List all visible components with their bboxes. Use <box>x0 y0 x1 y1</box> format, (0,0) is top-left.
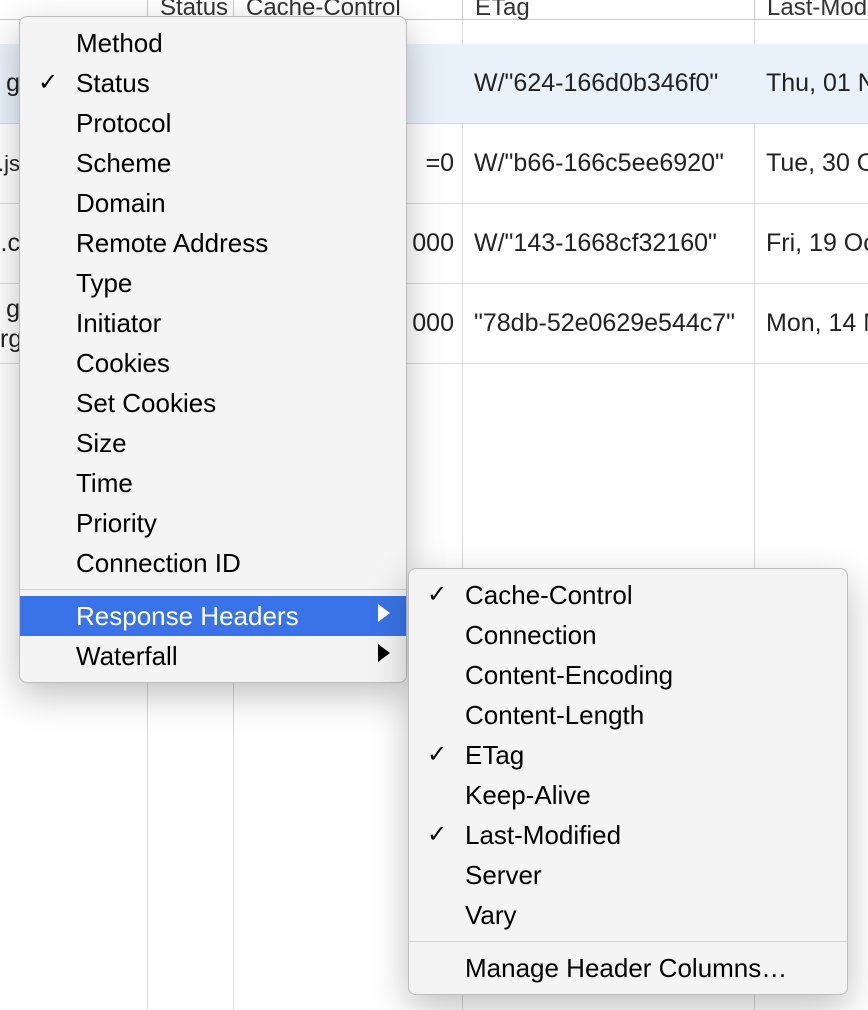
menu-item-label: Domain <box>76 188 166 218</box>
menu-item-label: Connection <box>465 620 597 650</box>
submenu-item-server[interactable]: Server <box>409 855 847 895</box>
menu-item-label: Set Cookies <box>76 388 216 418</box>
cell-cache-control <box>404 44 462 123</box>
cell-last-modified: Mon, 14 M <box>754 284 868 363</box>
menu-item-label: Time <box>76 468 133 498</box>
submenu-item-etag[interactable]: ✓ ETag <box>409 735 847 775</box>
menu-item-set-cookies[interactable]: Set Cookies <box>20 383 406 423</box>
submenu-item-content-encoding[interactable]: Content-Encoding <box>409 655 847 695</box>
devtools-network-columns: { "columns": { "status": "Status", "cach… <box>0 0 868 1010</box>
cell-last-modified: Thu, 01 N <box>754 44 868 123</box>
cell-etag: W/"624-166d0b346f0" <box>462 44 754 123</box>
menu-item-label: ETag <box>465 740 524 770</box>
menu-item-type[interactable]: Type <box>20 263 406 303</box>
menu-item-waterfall[interactable]: Waterfall <box>20 636 406 676</box>
menu-item-label: Type <box>76 268 132 298</box>
check-icon: ✓ <box>427 738 447 772</box>
menu-item-label: Method <box>76 28 163 58</box>
menu-item-label: Server <box>465 860 542 890</box>
cell-last-modified: Fri, 19 Oc <box>754 204 868 283</box>
response-headers-submenu: ✓ Cache-Control Connection Content-Encoding… <box>408 568 848 995</box>
menu-item-label: Status <box>76 68 150 98</box>
check-icon: ✓ <box>427 578 447 612</box>
menu-item-label: Manage Header Columns… <box>465 953 787 983</box>
menu-item-domain[interactable]: Domain <box>20 183 406 223</box>
cell-last-modified: Tue, 30 O <box>754 124 868 203</box>
submenu-item-connection[interactable]: Connection <box>409 615 847 655</box>
submenu-item-keep-alive[interactable]: Keep-Alive <box>409 775 847 815</box>
menu-item-label: Keep-Alive <box>465 780 591 810</box>
cell-etag: W/"b66-166c5ee6920" <box>462 124 754 203</box>
menu-item-initiator[interactable]: Initiator <box>20 303 406 343</box>
menu-item-label: Remote Address <box>76 228 268 258</box>
menu-separator <box>409 941 847 942</box>
check-icon: ✓ <box>427 818 447 852</box>
menu-item-label: Content-Encoding <box>465 660 673 690</box>
menu-item-connection-id[interactable]: Connection ID <box>20 543 406 583</box>
cell-cache-control: =0 <box>404 124 462 203</box>
menu-item-method[interactable]: Method <box>20 23 406 63</box>
menu-item-status[interactable]: ✓ Status <box>20 63 406 103</box>
menu-item-label: Cookies <box>76 348 170 378</box>
menu-item-cookies[interactable]: Cookies <box>20 343 406 383</box>
submenu-item-manage-header-columns[interactable]: Manage Header Columns… <box>409 948 847 988</box>
menu-item-label: Initiator <box>76 308 161 338</box>
menu-item-label: Cache-Control <box>465 580 633 610</box>
menu-item-scheme[interactable]: Scheme <box>20 143 406 183</box>
menu-item-label: Connection ID <box>76 548 241 578</box>
cell-etag: "78db-52e0629e544c7" <box>462 284 754 363</box>
menu-item-label: Protocol <box>76 108 171 138</box>
cell-etag: W/"143-1668cf32160" <box>462 204 754 283</box>
menu-item-label: Response Headers <box>76 601 299 631</box>
cell-cache-control: 000 <box>404 284 462 363</box>
menu-separator <box>20 589 406 590</box>
column-header-etag[interactable]: ETag <box>462 0 530 20</box>
submenu-item-content-length[interactable]: Content-Length <box>409 695 847 735</box>
chevron-right-icon <box>378 604 390 622</box>
menu-item-label: Size <box>76 428 127 458</box>
menu-item-label: Content-Length <box>465 700 644 730</box>
menu-item-label: Last-Modified <box>465 820 621 850</box>
menu-item-remote-address[interactable]: Remote Address <box>20 223 406 263</box>
menu-item-time[interactable]: Time <box>20 463 406 503</box>
column-header-last-modified[interactable]: Last-Mod <box>754 0 867 20</box>
menu-item-label: Scheme <box>76 148 171 178</box>
menu-item-label: Waterfall <box>76 641 178 671</box>
submenu-item-cache-control[interactable]: ✓ Cache-Control <box>409 575 847 615</box>
chevron-right-icon <box>378 644 390 662</box>
menu-item-response-headers[interactable]: Response Headers <box>20 596 406 636</box>
menu-item-priority[interactable]: Priority <box>20 503 406 543</box>
menu-item-label: Vary <box>465 900 517 930</box>
submenu-item-last-modified[interactable]: ✓ Last-Modified <box>409 815 847 855</box>
submenu-item-vary[interactable]: Vary <box>409 895 847 935</box>
menu-item-label: Priority <box>76 508 157 538</box>
cell-cache-control: 000 <box>404 204 462 283</box>
menu-item-protocol[interactable]: Protocol <box>20 103 406 143</box>
check-icon: ✓ <box>38 66 58 100</box>
menu-item-size[interactable]: Size <box>20 423 406 463</box>
columns-context-menu: Method ✓ Status Protocol Scheme Domain Remote … <box>19 16 407 683</box>
